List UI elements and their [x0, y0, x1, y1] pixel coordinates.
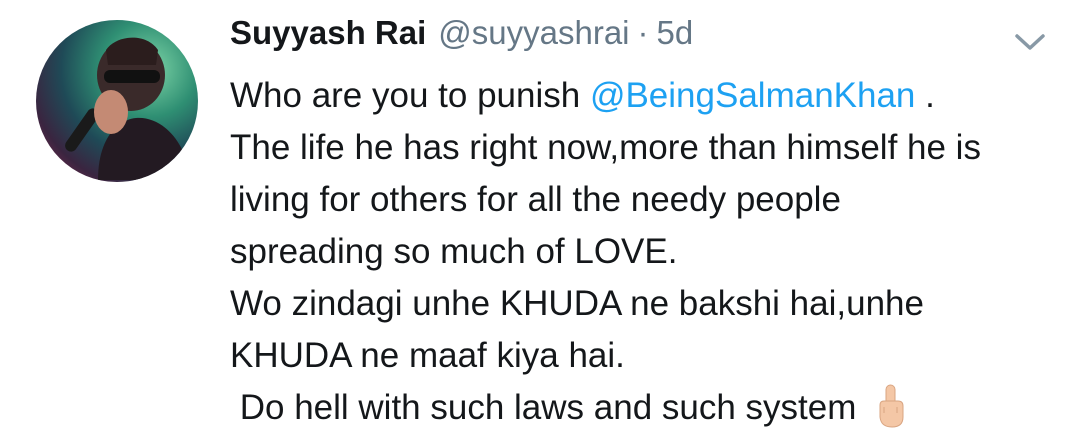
tweet-line: Do hell with such laws and such system	[230, 382, 1060, 434]
tweet-line: The life he has right now,more than hims…	[230, 128, 981, 167]
chevron-down-icon[interactable]	[1012, 30, 1048, 54]
tweet-text-segment: Who are you to punish	[230, 76, 590, 115]
avatar-image	[65, 37, 191, 180]
tweet-line: living for others for all the needy peop…	[230, 180, 841, 219]
author-handle[interactable]: @suyyashrai	[438, 14, 629, 52]
header-separator: ·	[637, 14, 649, 51]
author-display-name[interactable]: Suyyash Rai	[230, 14, 426, 52]
tweet-text: Who are you to punish @BeingSalmanKhan .…	[230, 70, 1060, 434]
tweet-text-segment: Do hell with such laws and such system	[230, 388, 867, 427]
tweet-line: Who are you to punish @BeingSalmanKhan .	[230, 70, 1060, 122]
tweet-text-segment: .	[915, 76, 935, 115]
tweet-line: KHUDA ne maaf kiya hai.	[230, 336, 625, 375]
middle-finger-emoji-icon	[876, 383, 906, 429]
tweet-timestamp[interactable]: 5d	[657, 14, 694, 52]
avatar[interactable]	[36, 20, 198, 182]
tweet-line: Wo zindagi unhe KHUDA ne bakshi hai,unhe	[230, 284, 924, 323]
tweet-line: spreading so much of LOVE.	[230, 232, 678, 271]
tweet-header: Suyyash Rai @suyyashrai · 5d	[230, 14, 693, 58]
tweet[interactable]: Suyyash Rai @suyyashrai · 5d Who are you…	[0, 0, 1080, 446]
mention-link[interactable]: @BeingSalmanKhan	[590, 76, 915, 115]
